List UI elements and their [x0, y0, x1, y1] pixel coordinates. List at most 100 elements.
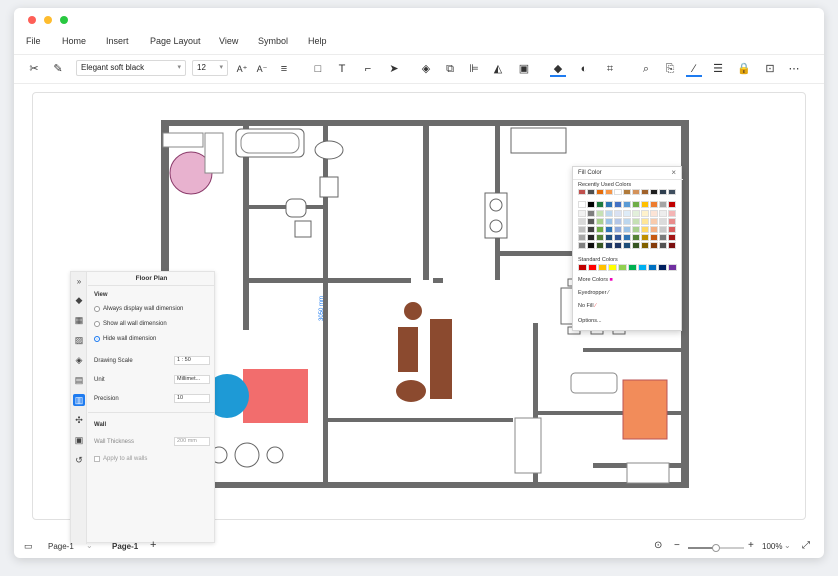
floorplan-icon[interactable]: ▥	[73, 394, 85, 406]
theme-tint-swatch[interactable]	[632, 226, 640, 233]
zoom-slider-knob[interactable]	[712, 544, 720, 552]
theme-tint-swatch[interactable]	[578, 242, 586, 249]
recent-color-swatch[interactable]	[650, 189, 658, 195]
theme-tint-swatch[interactable]	[596, 242, 604, 249]
fill-color-icon[interactable]: ◆	[550, 61, 566, 77]
unit-select[interactable]: Millimet...	[174, 375, 210, 384]
theme-color-swatch[interactable]	[596, 201, 604, 208]
page-icon[interactable]: ▤	[73, 374, 85, 386]
recent-color-swatch[interactable]	[623, 189, 631, 195]
font-size-select[interactable]: 12 ▾	[192, 60, 228, 76]
theme-tint-swatch[interactable]	[623, 226, 631, 233]
rectangle-icon[interactable]: □	[310, 61, 326, 77]
recent-color-swatch[interactable]	[614, 189, 622, 195]
standard-color-swatch[interactable]	[628, 264, 637, 271]
theme-color-swatch[interactable]	[632, 201, 640, 208]
line-color-icon[interactable]: ◐	[576, 61, 592, 77]
armchair-top[interactable]	[404, 302, 422, 320]
theme-tint-swatch[interactable]	[623, 218, 631, 225]
collapse-icon[interactable]: »	[73, 276, 85, 288]
theme-tint-swatch[interactable]	[650, 226, 658, 233]
add-page-icon[interactable]: +	[150, 539, 156, 551]
recent-color-swatch[interactable]	[596, 189, 604, 195]
theme-tint-swatch[interactable]	[650, 234, 658, 241]
close-window-dot[interactable]	[28, 16, 36, 24]
theme-tint-swatch[interactable]	[659, 218, 667, 225]
standard-color-swatch[interactable]	[578, 264, 587, 271]
theme-tint-swatch[interactable]	[659, 226, 667, 233]
theme-tint-swatch[interactable]	[632, 242, 640, 249]
eyedropper-item[interactable]: Eyedropper ⁄	[578, 290, 609, 296]
find-replace-icon[interactable]: ⎘	[662, 61, 678, 77]
recent-color-swatch[interactable]	[632, 189, 640, 195]
wall-segment[interactable]	[323, 418, 513, 422]
theme-color-swatch[interactable]	[623, 201, 631, 208]
standard-color-swatch[interactable]	[648, 264, 657, 271]
recent-color-swatch[interactable]	[668, 189, 676, 195]
align-icon[interactable]: ≡	[276, 61, 292, 77]
fill-icon[interactable]: ◆	[73, 294, 85, 306]
more-tools-icon[interactable]: ⋯	[786, 61, 802, 77]
theme-tint-swatch[interactable]	[623, 234, 631, 241]
format-painter-icon[interactable]: ✎	[50, 61, 66, 77]
more-colors-item[interactable]: More Colors ■	[578, 277, 613, 283]
standard-color-swatch[interactable]	[588, 264, 597, 271]
lock-icon[interactable]: 🔒	[736, 61, 752, 77]
theme-color-swatch[interactable]	[668, 201, 676, 208]
increase-font-icon[interactable]: A⁺	[234, 61, 250, 77]
radio-always-display[interactable]	[94, 306, 100, 312]
theme-color-swatch[interactable]	[641, 201, 649, 208]
theme-tint-swatch[interactable]	[668, 210, 676, 217]
image-icon[interactable]: ▨	[73, 334, 85, 346]
theme-tint-swatch[interactable]	[650, 218, 658, 225]
recent-color-swatch[interactable]	[587, 189, 595, 195]
theme-color-swatch[interactable]	[659, 201, 667, 208]
sofa[interactable]	[430, 319, 452, 399]
armchair-bottom[interactable]	[396, 380, 426, 402]
theme-tint-swatch[interactable]	[578, 218, 586, 225]
coffee-table[interactable]	[398, 327, 418, 372]
recent-color-swatch[interactable]	[641, 189, 649, 195]
cabinet[interactable]	[514, 417, 542, 474]
page-tab[interactable]: Page-1	[112, 542, 138, 551]
theme-tint-swatch[interactable]	[641, 242, 649, 249]
theme-tint-swatch[interactable]	[614, 234, 622, 241]
bathroom-sink[interactable]	[570, 372, 618, 394]
search-icon[interactable]: ⌕	[638, 61, 654, 77]
frame-icon[interactable]: ▣	[516, 61, 532, 77]
sink[interactable]	[294, 220, 312, 238]
wall-segment[interactable]	[423, 120, 429, 280]
standard-color-swatch[interactable]	[638, 264, 647, 271]
apply-all-checkbox[interactable]	[94, 456, 100, 462]
toilet-2[interactable]	[285, 198, 307, 218]
decrease-font-icon[interactable]: A⁻	[254, 61, 270, 77]
wall-segment[interactable]	[161, 482, 688, 488]
minimize-window-dot[interactable]	[44, 16, 52, 24]
theme-tint-swatch[interactable]	[587, 242, 595, 249]
play-icon[interactable]: ⊙	[654, 540, 662, 551]
history-icon[interactable]: ↺	[73, 454, 85, 466]
theme-tint-swatch[interactable]	[587, 210, 595, 217]
thickness-input[interactable]: 200 mm	[174, 437, 210, 446]
radio-hide-wall[interactable]	[94, 336, 100, 342]
theme-tint-swatch[interactable]	[623, 210, 631, 217]
flip-icon[interactable]: ◭	[490, 61, 506, 77]
theme-tint-swatch[interactable]	[587, 218, 595, 225]
theme-tint-swatch[interactable]	[641, 218, 649, 225]
theme-tint-swatch[interactable]	[578, 226, 586, 233]
toilet[interactable]	[319, 176, 339, 198]
theme-tint-swatch[interactable]	[596, 226, 604, 233]
theme-tint-swatch[interactable]	[668, 234, 676, 241]
align-left-icon[interactable]: ⊫	[466, 61, 482, 77]
round-table[interactable]	[234, 442, 260, 468]
menu-view[interactable]: View	[219, 36, 238, 46]
pointer-icon[interactable]: ➤	[386, 61, 402, 77]
stove[interactable]	[484, 192, 508, 239]
drawing-canvas[interactable]: 3050 mm » ◆ ▦ ▨ ◈ ▤ ▥ ✣ ▣ ↺ Floor Plan V…	[32, 92, 806, 544]
group-icon[interactable]: ⧉	[442, 61, 458, 77]
menu-symbol[interactable]: Symbol	[258, 36, 288, 46]
connector-icon[interactable]: ⌐	[360, 61, 376, 77]
theme-tint-swatch[interactable]	[668, 242, 676, 249]
page-view-icon[interactable]: ▭	[24, 541, 33, 552]
layers-icon[interactable]: ◈	[418, 61, 434, 77]
